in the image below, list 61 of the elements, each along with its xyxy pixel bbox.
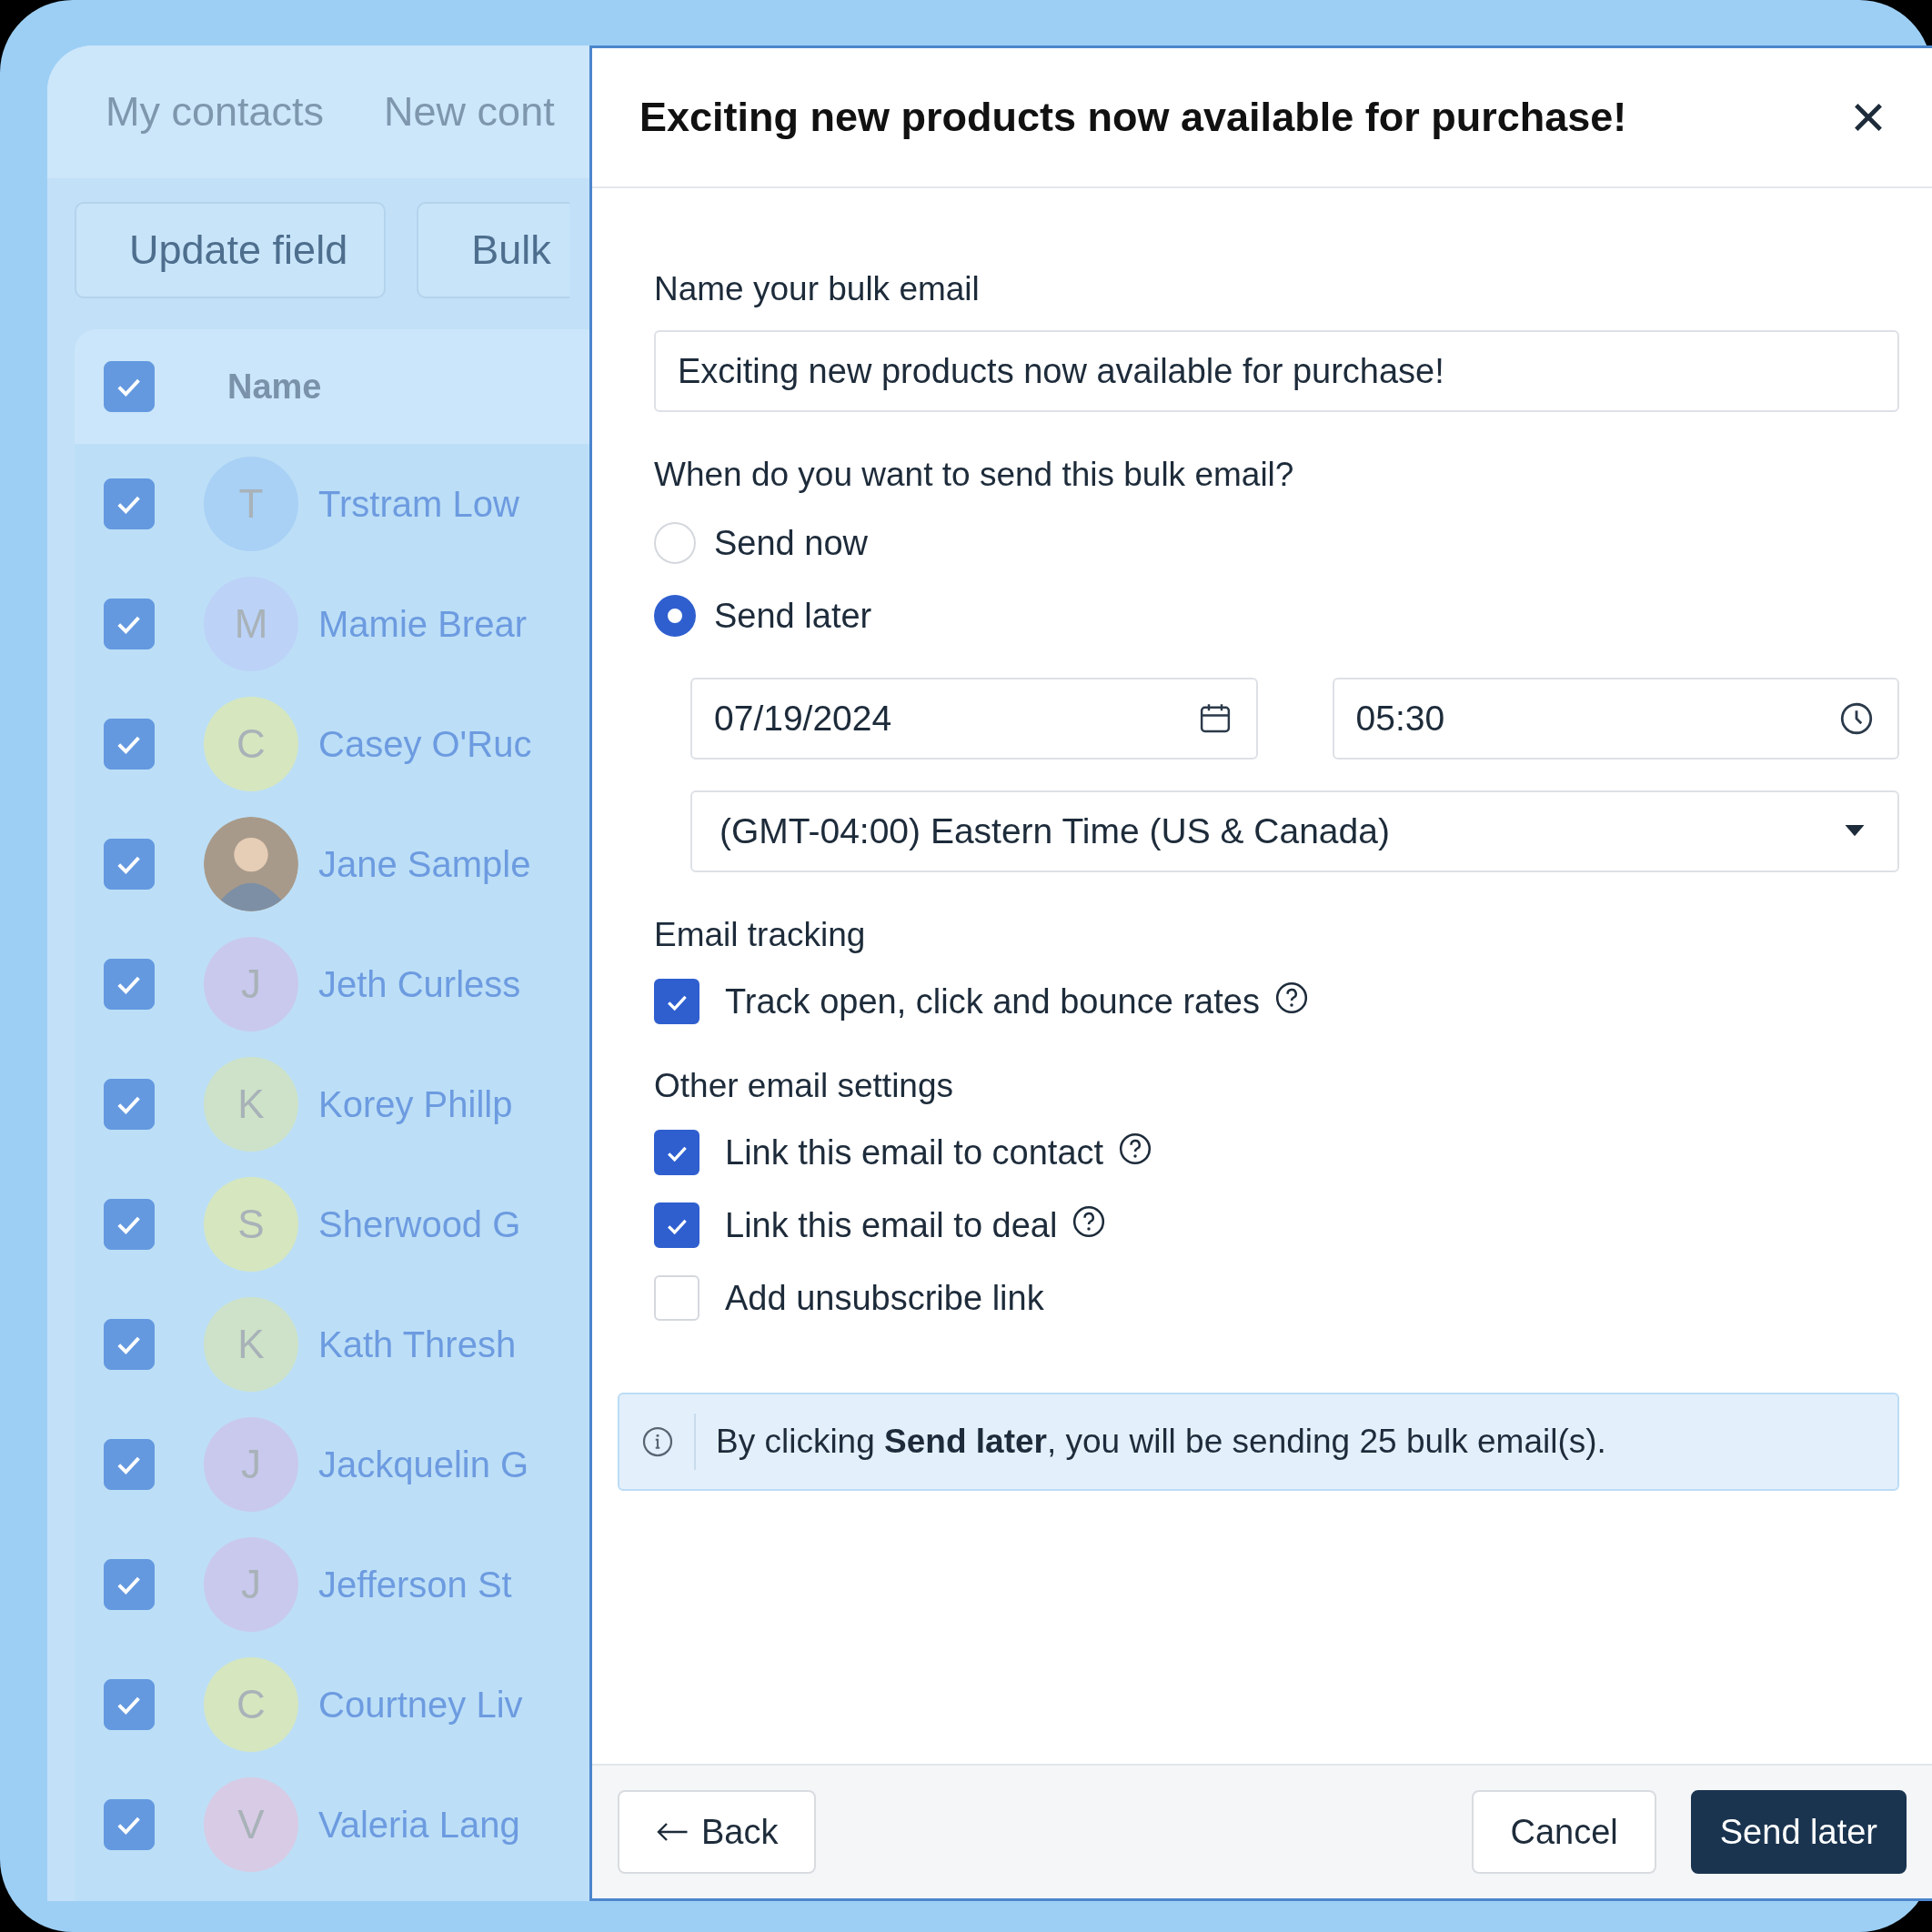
tab[interactable]: My contacts	[106, 88, 325, 136]
checkbox-label[interactable]: Link this email to deal	[725, 1205, 1058, 1245]
row-checkbox[interactable]	[104, 719, 155, 770]
checkbox[interactable]	[654, 1130, 699, 1175]
section-label: Other email settings	[654, 1067, 955, 1105]
send-later-button[interactable]: Send later	[1690, 1790, 1907, 1874]
row-checkbox[interactable]	[104, 1319, 155, 1370]
date-field[interactable]: 07/19/2024	[690, 678, 1258, 760]
row-checkbox[interactable]	[104, 839, 155, 890]
dialog-title: Exciting new products now available for purchase!	[639, 94, 1628, 141]
info-text: By clicking Send later, you will be sending 25 bulk email(s).	[716, 1423, 1606, 1461]
row-checkbox[interactable]	[104, 478, 155, 529]
radio-label[interactable]: Send later	[714, 596, 872, 636]
question-label: When do you want to send this bulk email?	[654, 456, 1295, 494]
action-button[interactable]: Bulk	[417, 202, 569, 298]
help-icon[interactable]	[1118, 1132, 1153, 1166]
caret-icon	[1845, 825, 1865, 838]
contact-name[interactable]: Jeth Curless	[318, 963, 521, 1005]
avatar-initial: M	[204, 577, 298, 671]
row-checkbox[interactable]	[104, 1079, 155, 1130]
timezone-dropdown[interactable]: (GMT-04:00) Eastern Time (US & Canada)	[690, 790, 1899, 872]
row-checkbox[interactable]	[104, 1559, 155, 1610]
contact-name[interactable]: Trstram Low	[318, 483, 519, 525]
name-input-field[interactable]: Exciting new products now available for purchase!	[654, 330, 1899, 412]
time-field[interactable]: 05:30	[1332, 678, 1899, 760]
contact-name[interactable]: Kath Thresh	[318, 1323, 517, 1365]
left-arrow-icon	[656, 1821, 689, 1843]
contact-name[interactable]: Jackquelin G	[318, 1444, 529, 1485]
select-all-checkbox[interactable]	[104, 361, 155, 412]
avatar-initial: T	[204, 457, 298, 551]
checkbox[interactable]	[654, 1202, 699, 1248]
checkbox-label[interactable]: Track open, click and bounce rates	[725, 981, 1260, 1021]
row-checkbox[interactable]	[104, 1439, 155, 1490]
column-header: Name	[227, 367, 322, 407]
contact-name[interactable]: Jefferson St	[318, 1564, 512, 1605]
row-checkbox[interactable]	[104, 599, 155, 649]
cancel-button[interactable]: Cancel	[1472, 1790, 1656, 1874]
info-icon	[641, 1425, 674, 1458]
action-button[interactable]: Update field	[75, 202, 387, 298]
tab[interactable]: New cont	[384, 88, 555, 136]
section-label: Email tracking	[654, 916, 867, 954]
contact-name[interactable]: Sherwood G	[318, 1203, 521, 1245]
field-label: Name your bulk email	[654, 270, 981, 308]
contact-name[interactable]: Casey O'Ruc	[318, 723, 532, 765]
help-icon[interactable]	[1273, 981, 1309, 1015]
contact-name[interactable]: Courtney Liv	[318, 1684, 523, 1726]
row-checkbox[interactable]	[104, 1799, 155, 1850]
back-button[interactable]: Back	[618, 1790, 817, 1874]
checkbox[interactable]	[654, 979, 699, 1024]
help-icon[interactable]	[1072, 1204, 1107, 1239]
checkbox-label[interactable]: Link this email to contact	[725, 1132, 1104, 1172]
radio-label[interactable]: Send now	[714, 523, 868, 563]
contact-name[interactable]: Valeria Lang	[318, 1804, 520, 1846]
radio-button[interactable]	[654, 595, 696, 637]
contact-name[interactable]: Korey Phillp	[318, 1083, 513, 1125]
contact-name[interactable]: Mamie Brear	[318, 603, 527, 645]
contact-name[interactable]: Jane Sample	[318, 843, 531, 885]
row-checkbox[interactable]	[104, 1199, 155, 1250]
row-checkbox[interactable]	[104, 1679, 155, 1730]
checkbox-label[interactable]: Add unsubscribe link	[725, 1278, 1044, 1318]
row-checkbox[interactable]	[104, 959, 155, 1010]
